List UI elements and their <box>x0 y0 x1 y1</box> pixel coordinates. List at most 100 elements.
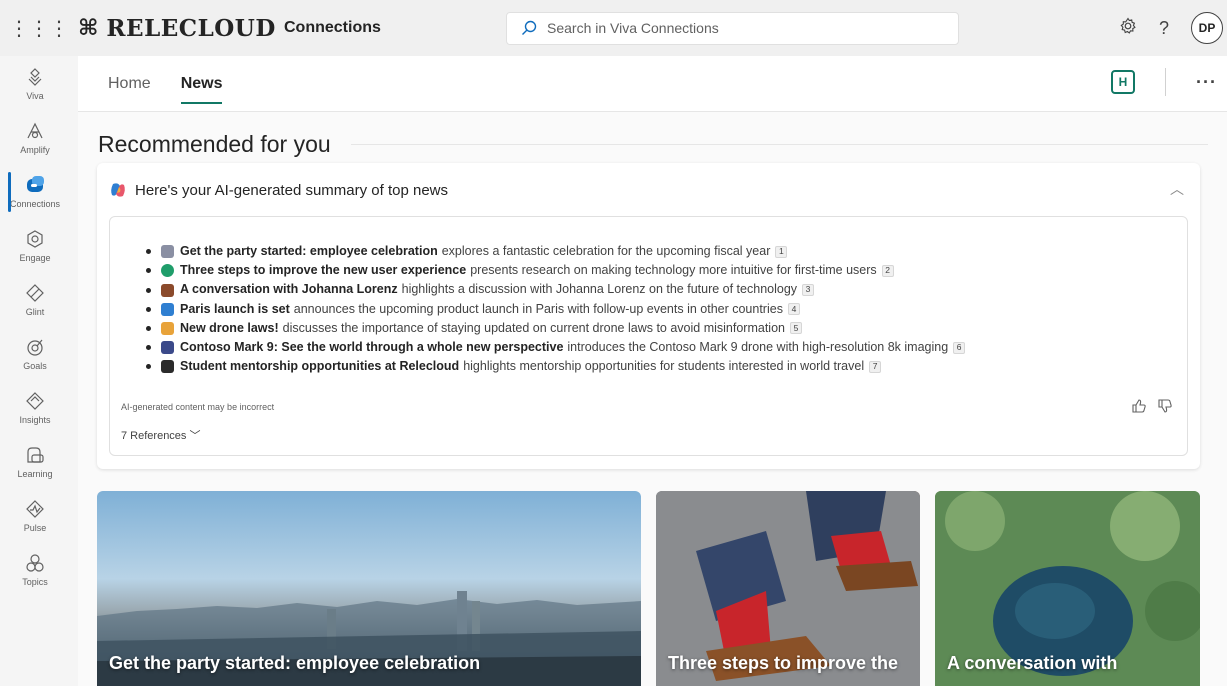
rail-label: Glint <box>25 306 45 317</box>
tab-home[interactable]: Home <box>78 56 166 112</box>
engage-icon <box>27 229 43 248</box>
reference-badge[interactable]: 4 <box>787 303 800 316</box>
top-bar: ⋮⋮⋮ ⌘ RELECLOUD Connections ? DP <box>0 0 1227 56</box>
feedback-buttons <box>1131 398 1173 414</box>
list-item: New drone laws! discusses the importance … <box>146 319 965 338</box>
reference-badge[interactable]: 3 <box>802 284 815 296</box>
viva-icon <box>28 67 42 86</box>
tabs-bar: Home News H ··· <box>78 56 1227 112</box>
rail-item-connections[interactable]: Connections <box>0 164 70 218</box>
reference-badge[interactable]: 1 <box>775 245 788 258</box>
rail-item-pulse[interactable]: Pulse <box>0 488 70 542</box>
top-right-actions: ? DP <box>1119 12 1223 44</box>
summary-headline[interactable]: Three steps to improve the new user expe… <box>180 261 466 280</box>
news-card[interactable]: Get the party started: employee celebrat… <box>97 491 641 686</box>
reference-badge[interactable]: 6 <box>953 341 966 354</box>
summary-text: highlights a discussion with Johanna Lor… <box>401 282 798 297</box>
list-item: Get the party started: employee celebrat… <box>146 242 965 261</box>
learning-icon <box>27 446 44 463</box>
chevron-up-icon[interactable]: ︿ <box>1170 179 1184 199</box>
ai-disclaimer: AI-generated content may be incorrect <box>121 402 275 412</box>
rail-label: Learning <box>17 468 53 479</box>
rail-label: Topics <box>22 576 48 587</box>
glint-icon <box>26 283 44 302</box>
thumbs-down-icon[interactable] <box>1157 398 1173 414</box>
tabs-right-actions: H ··· <box>1111 68 1217 96</box>
news-title: A conversation with <box>947 653 1118 673</box>
more-options-icon[interactable]: ··· <box>1196 72 1217 93</box>
ai-summary-header[interactable]: Here's your AI-generated summary of top … <box>109 181 448 199</box>
summary-text: highlights mentorship opportunities for … <box>463 359 865 374</box>
copilot-icon <box>111 183 125 197</box>
bullet <box>146 268 151 274</box>
list-item: A conversation with Johanna Lorenz highli… <box>146 280 965 299</box>
summary-headline[interactable]: New drone laws! <box>180 319 279 338</box>
avatar[interactable]: DP <box>1191 12 1223 44</box>
summary-headline[interactable]: Contoso Mark 9: See the world through a … <box>180 338 563 357</box>
summary-headline[interactable]: Student mentorship opportunities at Rele… <box>180 357 459 376</box>
references-label: 7 References <box>121 430 187 442</box>
ai-summary-card: Here's your AI-generated summary of top … <box>97 163 1200 469</box>
summary-text: introduces the Contoso Mark 9 drone with… <box>567 340 949 355</box>
h-badge-icon[interactable]: H <box>1111 70 1136 94</box>
bullet <box>146 364 151 370</box>
left-rail: Viva Amplify Connections Engage Glint Go… <box>0 56 70 686</box>
brand-name: RELECLOUD <box>106 14 276 42</box>
rail-label: Insights <box>19 414 51 425</box>
news-card[interactable]: Three steps to improve the <box>656 491 920 686</box>
chevron-down-icon: ﹀ <box>189 430 201 442</box>
rail-item-engage[interactable]: Engage <box>0 218 70 272</box>
rail-item-glint[interactable]: Glint <box>0 272 70 326</box>
summary-text: discusses the importance of staying upda… <box>282 320 785 335</box>
pulse-icon <box>26 499 44 518</box>
rail-item-viva[interactable]: Viva <box>0 56 70 110</box>
rail-item-goals[interactable]: Goals <box>0 326 70 380</box>
news-card[interactable]: A conversation with <box>935 491 1200 686</box>
globe-icon <box>161 264 174 278</box>
bullet <box>146 287 151 293</box>
goals-icon <box>27 339 43 356</box>
rail-item-topics[interactable]: Topics <box>0 542 70 596</box>
rail-label: Amplify <box>20 144 50 155</box>
summary-text: presents research on making technology m… <box>470 263 877 278</box>
bullet <box>146 306 151 312</box>
references-toggle[interactable]: 7 References ﹀ <box>121 427 201 443</box>
rail-item-amplify[interactable]: Amplify <box>0 110 70 164</box>
thumbs-up-icon[interactable] <box>1131 398 1147 414</box>
reference-badge[interactable]: 7 <box>869 360 882 373</box>
reference-badge[interactable]: 5 <box>790 322 802 335</box>
topics-icon <box>26 553 44 572</box>
bullet <box>146 345 151 351</box>
app-launcher-icon[interactable]: ⋮⋮⋮ <box>0 16 78 41</box>
summary-headline[interactable]: Get the party started: employee celebrat… <box>180 242 438 261</box>
amplify-icon <box>27 122 43 138</box>
rail-item-insights[interactable]: Insights <box>0 380 70 434</box>
search-box[interactable] <box>506 11 959 45</box>
section-header: Recommended for you <box>98 131 1208 158</box>
brand[interactable]: ⌘ RELECLOUD <box>78 15 284 42</box>
divider <box>1165 68 1167 96</box>
connections-icon <box>27 175 44 192</box>
list-item: Student mentorship opportunities at Rele… <box>146 357 965 376</box>
summary-text: announces the upcoming product launch in… <box>293 301 783 316</box>
rail-label: Goals <box>23 360 47 371</box>
help-icon[interactable]: ? <box>1159 18 1169 39</box>
summary-text: explores a fantastic celebration for the… <box>441 244 771 258</box>
news-title: Get the party started: employee celebrat… <box>109 653 481 673</box>
rail-item-learning[interactable]: Learning <box>0 434 70 488</box>
search-input[interactable] <box>547 20 927 36</box>
tab-news[interactable]: News <box>166 56 238 112</box>
rail-label: Viva <box>26 90 44 101</box>
main-content: Recommended for you Here's your AI-gener… <box>78 112 1227 686</box>
ai-summary-title: Here's your AI-generated summary of top … <box>135 181 449 199</box>
summary-headline[interactable]: Paris launch is set <box>180 300 290 319</box>
search-icon <box>521 20 537 36</box>
list-item: Paris launch is set announces the upcomin… <box>146 300 965 319</box>
reference-badge[interactable]: 2 <box>881 264 894 277</box>
summary-headline[interactable]: A conversation with Johanna Lorenz <box>180 280 398 299</box>
section-divider <box>350 144 1208 145</box>
relecloud-logo-icon: ⌘ <box>78 15 99 40</box>
settings-gear-icon[interactable] <box>1119 17 1137 40</box>
rail-label: Pulse <box>23 522 47 533</box>
news-title: Three steps to improve the <box>668 653 899 673</box>
